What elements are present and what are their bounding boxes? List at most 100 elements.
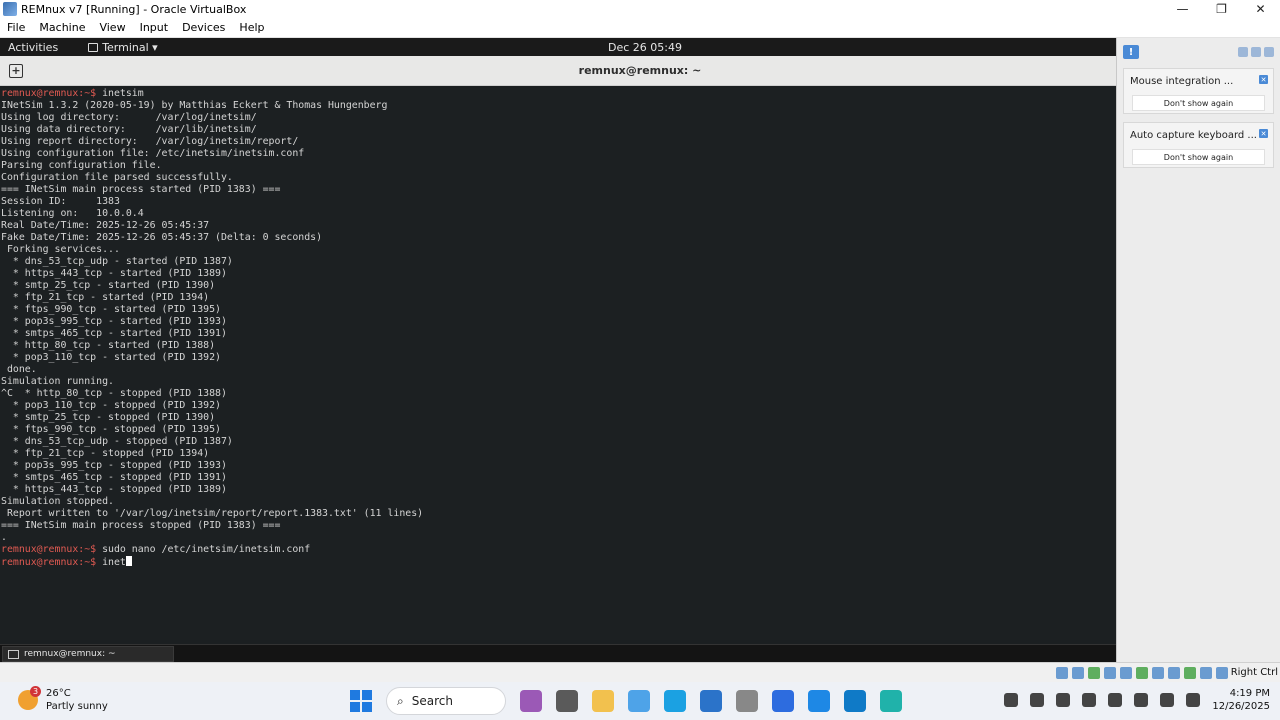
line-text: * smtps_465_tcp - started (PID 1391) [1,328,227,339]
menu-view[interactable]: View [92,21,132,34]
menu-help[interactable]: Help [232,21,271,34]
menu-machine[interactable]: Machine [32,21,92,34]
clear-icon[interactable] [1264,47,1274,57]
network-icon[interactable] [1104,667,1116,679]
windows-start-icon[interactable] [350,690,372,712]
line-text: done. [1,364,37,375]
menu-devices[interactable]: Devices [175,21,232,34]
recording-icon[interactable] [1168,667,1180,679]
terminal-output[interactable]: remnux@remnux:~$ inetsim INetSim 1.3.2 (2… [0,88,1116,640]
taskbar-terminal-item[interactable]: remnux@remnux: ~ [2,646,174,662]
mouse-integration-icon[interactable] [1200,667,1212,679]
weather-temp: 26°C [46,688,71,699]
notification-auto-capture: Auto capture keyboard ... ✕ Don't show a… [1123,122,1274,168]
vbox-notification-panel: ! Mouse integration ... ✕ Don't show aga… [1116,38,1280,662]
terminal-line: remnux@remnux:~$ inet [0,556,1116,568]
chevron-up-icon[interactable] [1004,693,1019,707]
pinned-app-icon[interactable] [628,690,650,712]
volume-icon[interactable] [1160,693,1175,707]
terminal-line: * pop3s_995_tcp - stopped (PID 1393) [0,460,1116,472]
pinned-app-icon[interactable] [520,690,542,712]
terminal-line: === INetSim main process started (PID 13… [0,184,1116,196]
new-tab-icon[interactable]: + [9,63,23,78]
line-text: * ftps_990_tcp - stopped (PID 1395) [1,424,221,435]
security-icon[interactable] [1082,693,1097,707]
wifi-icon[interactable] [1134,693,1149,707]
line-text: . [1,532,7,543]
taskbar-search[interactable]: ⌕ Search [386,687,506,715]
pinned-app-icon[interactable] [700,690,722,712]
shell-prompt: remnux@remnux:~$ [1,88,97,99]
minimize-button[interactable]: — [1163,0,1202,18]
restore-button[interactable]: ❐ [1202,0,1241,18]
line-text: Using configuration file: /etc/inetsim/i… [1,148,305,159]
pinned-app-icon[interactable] [808,690,830,712]
line-text: Session ID: 1383 [1,196,120,207]
hdd-icon[interactable] [1056,667,1068,679]
close-button[interactable]: ✕ [1241,0,1280,18]
pin-icon[interactable] [1251,47,1261,57]
dont-show-again-button[interactable]: Don't show again [1132,95,1265,111]
pinned-app-icon[interactable] [880,690,902,712]
shared-folder-icon[interactable] [1136,667,1148,679]
usb-icon[interactable] [1120,667,1132,679]
virtualbox-app-icon [3,2,17,16]
notification-title: Mouse integration ... [1130,76,1234,87]
line-text: * pop3s_995_tcp - stopped (PID 1393) [1,460,227,471]
list-icon[interactable] [1238,47,1248,57]
battery-icon[interactable] [1186,693,1201,707]
activities-button[interactable]: Activities [0,41,66,54]
terminal-line: * http_80_tcp - started (PID 1388) [0,340,1116,352]
cpu-icon[interactable] [1184,667,1196,679]
gnome-clock[interactable]: Dec 26 05:49 [608,41,682,54]
shell-prompt: remnux@remnux:~$ [1,557,97,568]
windows-taskbar: 3 26°C Partly sunny ⌕ Search 4:19 PM 12/… [0,682,1280,720]
menu-file[interactable]: File [0,21,32,34]
terminal-line: Report written to '/var/log/inetsim/repo… [0,508,1116,520]
line-text: Forking services... [1,244,120,255]
line-text: Listening on: 10.0.0.4 [1,208,144,219]
audio-icon[interactable] [1088,667,1100,679]
app-green-icon[interactable] [1056,693,1071,707]
window-controls: — ❐ ✕ [1163,0,1280,18]
close-notification-icon[interactable]: ✕ [1259,129,1268,138]
panel-tool-icons [1238,47,1274,57]
pinned-app-icon[interactable] [844,690,866,712]
terminal-line: Using report directory: /var/log/inetsim… [0,136,1116,148]
system-tray: 4:19 PM 12/26/2025 [1004,687,1270,713]
pinned-app-icon[interactable] [664,690,686,712]
terminal-icon[interactable] [1030,693,1045,707]
terminal-line: Simulation stopped. [0,496,1116,508]
line-text: Using report directory: /var/log/inetsim… [1,136,299,147]
terminal-line: * https_443_tcp - started (PID 1389) [0,268,1116,280]
display-icon[interactable] [1152,667,1164,679]
taskbar-date: 12/26/2025 [1212,701,1270,712]
weather-widget[interactable]: 3 26°C Partly sunny [18,686,108,713]
terminal-line: * ftp_21_tcp - started (PID 1394) [0,292,1116,304]
optical-icon[interactable] [1072,667,1084,679]
line-text: * dns_53_tcp_udp - started (PID 1387) [1,256,233,267]
pinned-app-icon[interactable] [556,690,578,712]
line-text: === INetSim main process started (PID 13… [1,184,281,195]
pinned-app-icon[interactable] [592,690,614,712]
line-text: * https_443_tcp - started (PID 1389) [1,268,227,279]
notification-center-icon[interactable]: ! [1123,45,1139,59]
close-notification-icon[interactable]: ✕ [1259,75,1268,84]
taskbar-time: 4:19 PM [1229,688,1270,699]
keyboard-capture-icon[interactable] [1216,667,1228,679]
line-text: * smtp_25_tcp - started (PID 1390) [1,280,216,291]
terminal-app-menu[interactable]: Terminal ▾ [66,41,158,54]
mic-icon[interactable] [1108,693,1123,707]
line-text: Simulation running. [1,376,114,387]
pinned-app-icon[interactable] [772,690,794,712]
terminal-app-label: Terminal ▾ [102,40,158,54]
terminal-headerbar: + remnux@remnux: ~ [0,56,1116,86]
pinned-app-icon[interactable] [736,690,758,712]
terminal-line: Using configuration file: /etc/inetsim/i… [0,148,1116,160]
weather-sun-icon: 3 [18,686,41,710]
taskbar-center: ⌕ Search [350,687,902,715]
terminal-line: * ftps_990_tcp - stopped (PID 1395) [0,424,1116,436]
dont-show-again-button[interactable]: Don't show again [1132,149,1265,165]
menu-input[interactable]: Input [133,21,175,34]
taskbar-clock[interactable]: 4:19 PM 12/26/2025 [1212,687,1270,713]
